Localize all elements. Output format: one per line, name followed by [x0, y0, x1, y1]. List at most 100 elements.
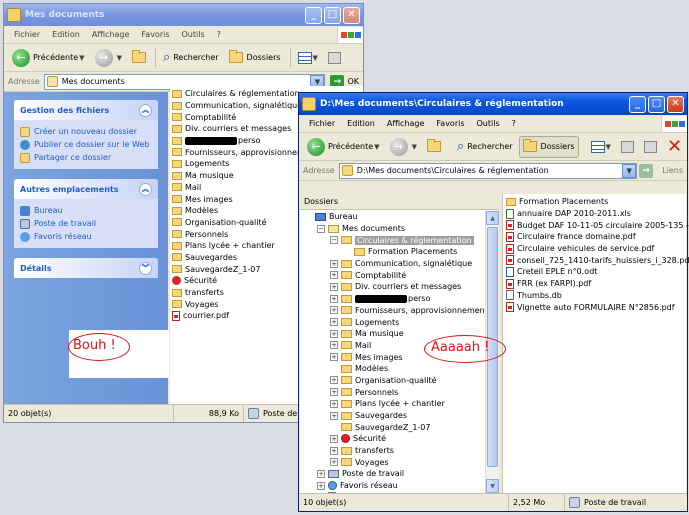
- expand-toggle-icon[interactable]: +: [330, 259, 338, 268]
- back-button[interactable]: ← Précédente ▼: [8, 47, 89, 69]
- file-item[interactable]: Circulaire vehicules de service.pdf: [506, 243, 684, 255]
- tree-node[interactable]: + Voyages: [304, 456, 498, 468]
- links-label[interactable]: Liens: [662, 166, 683, 175]
- expand-toggle-icon[interactable]: +: [330, 318, 338, 327]
- tree-node[interactable]: + transferts: [304, 445, 498, 457]
- close-button[interactable]: ✕: [667, 95, 684, 113]
- tree-node[interactable]: + Comptabilité: [304, 269, 498, 281]
- menu-edition[interactable]: Edition: [341, 119, 381, 128]
- menu-edition[interactable]: Edition: [46, 30, 86, 39]
- expand-toggle-icon[interactable]: +: [330, 446, 338, 455]
- file-item[interactable]: Vignette auto FORMULAIRE N°2856.pdf: [506, 301, 684, 313]
- tree-node[interactable]: Formation Placements: [304, 246, 498, 258]
- title-bar[interactable]: Mes documents _ □ ✕: [4, 4, 363, 26]
- file-item[interactable]: annuaire DAP 2010-2011.xls: [506, 208, 684, 220]
- expand-toggle-icon[interactable]: +: [330, 458, 338, 467]
- tree-node[interactable]: Bureau: [304, 211, 498, 223]
- tree-node[interactable]: + Div. courriers et messages: [304, 281, 498, 293]
- expand-toggle-icon[interactable]: +: [317, 469, 325, 478]
- tree-node[interactable]: + Favoris réseau: [304, 480, 498, 492]
- file-item[interactable]: Budget DAF 10-11-05 circulaire 2005-135 …: [506, 219, 689, 231]
- expand-toggle-icon[interactable]: +: [330, 341, 338, 350]
- task-new-folder[interactable]: Créer un nouveau dossier: [20, 125, 152, 138]
- views-button[interactable]: ▼: [294, 47, 322, 69]
- go-button[interactable]: → Liens: [639, 163, 683, 178]
- back-button[interactable]: ← Précédente ▼: [303, 136, 384, 158]
- place-desktop[interactable]: Bureau: [20, 204, 152, 217]
- tree-node[interactable]: + Sécurité: [304, 433, 498, 445]
- expand-toggle-icon[interactable]: +: [330, 399, 338, 408]
- expand-toggle-icon[interactable]: +: [330, 376, 338, 385]
- file-item[interactable]: Thumbs.db: [506, 290, 684, 302]
- expand-toggle-icon[interactable]: +: [330, 306, 338, 315]
- forward-button[interactable]: → ▼: [91, 47, 126, 69]
- task-publish-web[interactable]: Publier ce dossier sur le Web: [20, 138, 152, 151]
- window-circulaires[interactable]: D:\Mes documents\Circulaires & réglement…: [298, 92, 689, 512]
- tree-node[interactable]: + Sauvegardes: [304, 410, 498, 422]
- scroll-down-button[interactable]: ▼: [486, 479, 499, 493]
- collapse-icon[interactable]: ︽: [139, 103, 152, 117]
- expand-icon[interactable]: ︾: [139, 261, 152, 275]
- collapse-toggle-icon[interactable]: −: [317, 224, 325, 233]
- place-my-computer[interactable]: Poste de travail: [20, 217, 152, 230]
- search-button[interactable]: ⌕ Rechercher: [453, 136, 517, 158]
- tree-node[interactable]: + Communication, signalétique: [304, 258, 498, 270]
- search-button[interactable]: ⌕ Rechercher: [159, 47, 223, 69]
- tree-node[interactable]: − Mes documents: [304, 223, 498, 235]
- address-input[interactable]: D:\Mes documents\Circulaires & réglement…: [338, 162, 638, 179]
- file-item[interactable]: conseil_725_1410-tarifs_huissiers_i_328.…: [506, 254, 689, 266]
- address-dropdown-button[interactable]: ▼: [622, 163, 637, 178]
- menu-favoris[interactable]: Favoris: [135, 30, 175, 39]
- menu-help[interactable]: ?: [506, 119, 522, 128]
- forward-button[interactable]: → ▼: [386, 136, 421, 158]
- tree-node[interactable]: + Logements: [304, 316, 498, 328]
- expand-toggle-icon[interactable]: +: [330, 388, 338, 397]
- move-to-button[interactable]: [324, 47, 345, 69]
- expand-toggle-icon[interactable]: +: [330, 282, 338, 291]
- menu-help[interactable]: ?: [211, 30, 227, 39]
- menu-favoris[interactable]: Favoris: [430, 119, 470, 128]
- tree-node[interactable]: Modèles: [304, 363, 498, 375]
- tree-node[interactable]: − Circulaires & réglementation: [304, 234, 498, 246]
- close-button[interactable]: ✕: [343, 6, 360, 24]
- tree-node[interactable]: + Personnels: [304, 386, 498, 398]
- tree-node[interactable]: + Organisation-qualité: [304, 375, 498, 387]
- folders-button[interactable]: Dossiers: [518, 135, 579, 158]
- menu-outils[interactable]: Outils: [471, 119, 506, 128]
- views-button[interactable]: ▼: [587, 136, 615, 158]
- panel-header[interactable]: Détails ︾: [14, 258, 158, 278]
- tree-node[interactable]: + Plans lycée + chantier: [304, 398, 498, 410]
- menu-affichage[interactable]: Affichage: [86, 30, 136, 39]
- menu-outils[interactable]: Outils: [176, 30, 211, 39]
- panel-header[interactable]: Autres emplacements ︽: [14, 179, 158, 199]
- expand-toggle-icon[interactable]: +: [330, 411, 338, 420]
- expand-toggle-icon[interactable]: +: [330, 434, 338, 443]
- scroll-up-button[interactable]: ▲: [486, 211, 499, 225]
- menu-fichier[interactable]: Fichier: [8, 30, 46, 39]
- file-item[interactable]: Creteil EPLE n°0.odt: [506, 266, 684, 278]
- delete-button[interactable]: ✕: [663, 136, 686, 158]
- minimize-button[interactable]: _: [305, 6, 322, 24]
- tree-node[interactable]: + perso: [304, 293, 498, 305]
- tree-node[interactable]: + Fournisseurs, approvisionnement: [304, 305, 498, 317]
- file-item[interactable]: Formation Placements: [506, 196, 684, 208]
- expand-toggle-icon[interactable]: +: [330, 294, 338, 303]
- place-network[interactable]: Favoris réseau: [20, 230, 152, 243]
- file-item[interactable]: FRR (ex FARPI).pdf: [506, 278, 684, 290]
- menu-affichage[interactable]: Affichage: [381, 119, 431, 128]
- copy-to-button[interactable]: [640, 136, 661, 158]
- file-item[interactable]: Circulaire france domaine.pdf: [506, 231, 684, 243]
- maximize-button[interactable]: □: [648, 95, 665, 113]
- move-to-button[interactable]: [617, 136, 638, 158]
- task-share-folder[interactable]: Partager ce dossier: [20, 151, 152, 164]
- expand-toggle-icon[interactable]: +: [330, 271, 338, 280]
- folders-button[interactable]: Dossiers: [225, 47, 285, 69]
- minimize-button[interactable]: _: [629, 95, 646, 113]
- expand-toggle-icon[interactable]: +: [317, 481, 325, 490]
- menu-fichier[interactable]: Fichier: [303, 119, 341, 128]
- maximize-button[interactable]: □: [324, 6, 341, 24]
- tree-node[interactable]: SauvegardeZ_1-07: [304, 421, 498, 433]
- tree-node[interactable]: + Poste de travail: [304, 468, 498, 480]
- expand-toggle-icon[interactable]: +: [330, 329, 338, 338]
- title-bar[interactable]: D:\Mes documents\Circulaires & réglement…: [299, 93, 687, 115]
